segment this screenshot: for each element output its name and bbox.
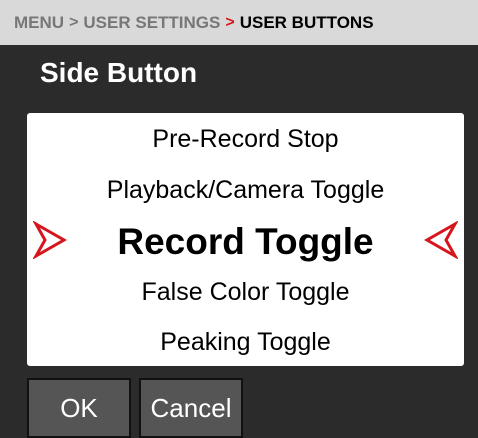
breadcrumb-user-buttons: USER BUTTONS [239, 12, 374, 32]
picker-option[interactable]: Peaking Toggle [27, 328, 464, 357]
ok-button[interactable]: OK [27, 378, 131, 438]
picker-option[interactable]: Playback/Camera Toggle [27, 176, 464, 205]
breadcrumb-user-settings[interactable]: USER SETTINGS [83, 13, 220, 33]
picker-option[interactable]: Pre-Record Stop [27, 125, 464, 154]
option-picker[interactable]: Pre-Record Stop Playback/Camera Toggle R… [27, 113, 464, 366]
picker-option[interactable]: False Color Toggle [27, 278, 464, 307]
breadcrumb: MENU > USER SETTINGS > USER BUTTONS [0, 0, 478, 45]
breadcrumb-separator-icon: > [69, 13, 79, 31]
breadcrumb-active-separator-icon: > [225, 13, 235, 31]
picker-option-selected[interactable]: Record Toggle [27, 221, 464, 263]
cancel-button[interactable]: Cancel [139, 378, 243, 438]
page-title: Side Button [40, 57, 198, 88]
selection-arrow-right-icon [33, 221, 67, 259]
selection-arrow-left-icon [424, 221, 458, 259]
breadcrumb-menu[interactable]: MENU [14, 13, 64, 33]
user-buttons-screen: MENU > USER SETTINGS > USER BUTTONS Side… [0, 0, 478, 438]
